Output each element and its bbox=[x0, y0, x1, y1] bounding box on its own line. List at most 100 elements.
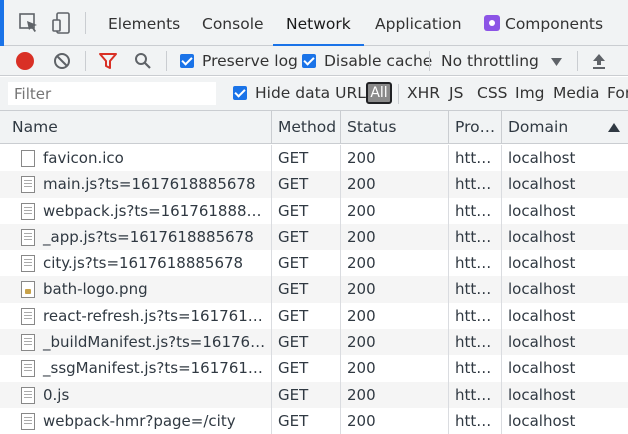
request-method-cell-text: GET bbox=[278, 149, 309, 167]
toolbar-divider bbox=[166, 51, 167, 71]
request-domain-cell: localhost bbox=[502, 382, 628, 408]
request-protocol-cell-text: htt… bbox=[455, 333, 492, 352]
clear-icon[interactable] bbox=[53, 52, 71, 70]
column-header-status[interactable]: Status bbox=[341, 111, 449, 144]
table-row[interactable]: bath-logo.png GET 200 htt… localhost bbox=[0, 276, 628, 303]
request-method-cell: GET bbox=[272, 329, 341, 356]
request-status-cell: 200 bbox=[341, 407, 449, 434]
filter-type-font[interactable]: Font bbox=[607, 84, 628, 102]
column-header-method[interactable]: Method bbox=[272, 111, 341, 144]
table-row[interactable]: _ssgManifest.js?ts=161761888… GET 200 htt… l… bbox=[0, 355, 628, 382]
request-protocol-cell: htt… bbox=[449, 329, 502, 356]
request-status-cell: 200 bbox=[341, 250, 449, 277]
inspect-element-icon[interactable] bbox=[18, 12, 40, 34]
request-method-cell-text: GET bbox=[278, 411, 309, 430]
tab-elements[interactable]: Elements bbox=[108, 0, 180, 45]
request-protocol-cell: htt… bbox=[449, 171, 502, 198]
toolbar-divider bbox=[577, 51, 578, 71]
request-method-cell-text: GET bbox=[278, 385, 309, 404]
filter-bar: Hide data URLs All XHR JS CSS Img Media … bbox=[0, 77, 628, 111]
request-name-cell-text: main.js?ts=1617618885678 bbox=[43, 175, 256, 194]
request-domain-cell-text: localhost bbox=[508, 227, 576, 246]
filter-icon[interactable] bbox=[98, 52, 118, 70]
column-header-protocol[interactable]: Pro… bbox=[449, 111, 502, 144]
request-name-cell: webpack.js?ts=1617618885678 bbox=[6, 197, 272, 224]
filter-type-media[interactable]: Media bbox=[553, 84, 600, 102]
tab-console[interactable]: Console bbox=[202, 0, 264, 45]
tab-network-label: Network bbox=[286, 15, 351, 33]
request-domain-cell: localhost bbox=[502, 303, 628, 329]
hide-data-urls-checkbox[interactable] bbox=[233, 86, 247, 100]
device-toolbar-icon[interactable] bbox=[51, 12, 73, 34]
request-name-cell-text: webpack-hmr?page=/city bbox=[43, 411, 236, 430]
search-icon[interactable] bbox=[134, 52, 152, 70]
request-domain-cell: localhost bbox=[502, 145, 628, 171]
request-method-cell: GET bbox=[272, 250, 341, 277]
request-domain-cell: localhost bbox=[502, 276, 628, 302]
throttling-select[interactable]: No throttling bbox=[441, 52, 539, 70]
table-row[interactable]: _buildManifest.js?ts=16176188… GET 200 htt…… bbox=[0, 329, 628, 356]
request-name-cell: _app.js?ts=1617618885678 bbox=[6, 223, 272, 251]
filter-input[interactable] bbox=[8, 82, 216, 105]
requests-table-body: favicon.ico GET 200 htt… localhost main.js?ts… bbox=[0, 145, 628, 434]
table-row[interactable]: favicon.ico GET 200 htt… localhost bbox=[0, 145, 628, 172]
import-har-icon[interactable] bbox=[591, 52, 607, 70]
sort-ascending-icon[interactable] bbox=[608, 123, 620, 132]
request-domain-cell: localhost bbox=[502, 171, 628, 197]
request-status-cell: 200 bbox=[341, 355, 449, 382]
request-method-cell: GET bbox=[272, 223, 341, 251]
table-row[interactable]: _app.js?ts=1617618885678 GET 200 htt… localh… bbox=[0, 223, 628, 251]
request-status-cell-text: 200 bbox=[347, 280, 376, 299]
request-method-cell-text: GET bbox=[278, 359, 309, 378]
filter-type-font-clip: Font bbox=[607, 84, 628, 102]
filter-type-xhr[interactable]: XHR bbox=[407, 84, 440, 102]
chevron-down-icon[interactable] bbox=[551, 58, 562, 66]
table-row[interactable]: webpack.js?ts=1617618885678 GET 200 htt… loc… bbox=[0, 197, 628, 224]
tab-components[interactable]: Components bbox=[484, 0, 603, 45]
disable-cache-label[interactable]: Disable cache bbox=[324, 52, 432, 70]
filter-type-all[interactable]: All bbox=[366, 82, 392, 104]
request-method-cell-text: GET bbox=[278, 333, 309, 352]
filter-type-js[interactable]: JS bbox=[449, 84, 463, 102]
table-row[interactable]: 0.js GET 200 htt… localhost bbox=[0, 381, 628, 408]
request-status-cell: 200 bbox=[341, 171, 449, 198]
hide-data-urls-label[interactable]: Hide data URLs bbox=[255, 84, 374, 102]
column-header-domain[interactable]: Domain bbox=[502, 111, 628, 144]
request-name-cell-text: _ssgManifest.js?ts=161761888… bbox=[43, 359, 272, 378]
request-domain-cell-text: localhost bbox=[508, 149, 576, 167]
disable-cache-checkbox[interactable] bbox=[302, 54, 316, 68]
request-name-cell: bath-logo.png bbox=[6, 276, 272, 303]
request-status-cell-text: 200 bbox=[347, 411, 376, 430]
table-row[interactable]: webpack-hmr?page=/city GET 200 htt… localhos… bbox=[0, 407, 628, 434]
column-header-name[interactable]: Name bbox=[6, 111, 272, 144]
filter-type-css[interactable]: CSS bbox=[477, 84, 508, 102]
script-file-icon bbox=[21, 176, 35, 194]
request-status-cell: 200 bbox=[341, 223, 449, 251]
request-protocol-cell-text: htt… bbox=[455, 280, 492, 299]
request-status-cell-text: 200 bbox=[347, 175, 376, 194]
request-method-cell: GET bbox=[272, 197, 341, 224]
table-row[interactable]: react-refresh.js?ts=161761888… GET 200 htt…… bbox=[0, 302, 628, 330]
request-protocol-cell-text: htt… bbox=[455, 201, 492, 220]
request-name-cell: react-refresh.js?ts=161761888… bbox=[6, 302, 272, 330]
tab-network[interactable]: Network bbox=[273, 0, 364, 46]
request-status-cell: 200 bbox=[341, 329, 449, 356]
request-domain-cell-text: localhost bbox=[508, 385, 576, 404]
request-domain-cell-text: localhost bbox=[508, 359, 576, 378]
request-method-cell: GET bbox=[272, 276, 341, 303]
script-file-icon bbox=[21, 412, 35, 430]
preserve-log-label[interactable]: Preserve log bbox=[202, 52, 298, 70]
record-icon[interactable] bbox=[16, 52, 34, 70]
request-protocol-cell: htt… bbox=[449, 145, 502, 172]
script-file-icon bbox=[21, 228, 35, 246]
request-status-cell: 200 bbox=[341, 302, 449, 330]
request-method-cell-text: GET bbox=[278, 254, 309, 273]
request-status-cell: 200 bbox=[341, 145, 449, 172]
table-row[interactable]: main.js?ts=1617618885678 GET 200 htt… localh… bbox=[0, 171, 628, 198]
request-method-cell: GET bbox=[272, 407, 341, 434]
filter-type-img[interactable]: Img bbox=[515, 84, 545, 102]
preserve-log-checkbox[interactable] bbox=[180, 54, 194, 68]
tab-application[interactable]: Application bbox=[375, 0, 462, 45]
table-row[interactable]: city.js?ts=1617618885678 GET 200 htt… localh… bbox=[0, 250, 628, 277]
script-file-icon bbox=[21, 255, 35, 273]
